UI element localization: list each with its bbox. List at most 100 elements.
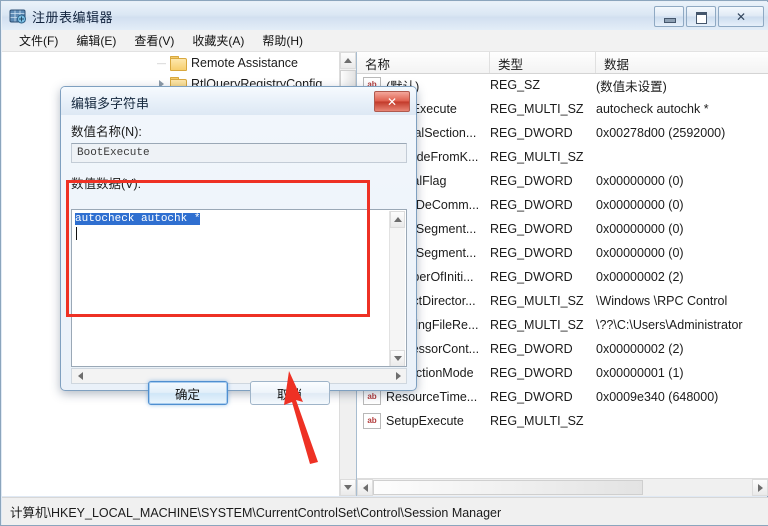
- column-header-name[interactable]: 名称: [357, 52, 490, 73]
- value-row[interactable]: abProtectionModeREG_DWORD0x00000001 (1): [357, 361, 768, 385]
- value-row[interactable]: abObjectDirector...REG_MULTI_SZ\Windows …: [357, 289, 768, 313]
- dialog-button-row: 确定 取消: [61, 381, 416, 405]
- registry-editor-icon: [9, 7, 27, 25]
- value-type-cell: REG_SZ: [490, 78, 596, 92]
- column-header-type[interactable]: 类型: [490, 52, 596, 73]
- column-header-data[interactable]: 数据: [596, 52, 768, 73]
- value-data-text: autocheck autochk *: [75, 212, 200, 226]
- value-type-cell: REG_MULTI_SZ: [490, 294, 596, 308]
- menubar: 文件(F) 编辑(E) 查看(V) 收藏夹(A) 帮助(H): [2, 30, 768, 52]
- value-data-cell: 0x00000000 (0): [596, 198, 768, 212]
- window-title: 注册表编辑器: [32, 7, 113, 26]
- value-row[interactable]: abHeapDeComm...REG_DWORD0x00000000 (0): [357, 193, 768, 217]
- edit-multi-string-dialog: 编辑多字符串 ✕ 数值名称(N): BootExecute 数值数据(V): a…: [60, 86, 417, 391]
- string-value-icon: ab: [363, 413, 381, 429]
- chevron-right-icon: [758, 484, 763, 492]
- value-name-text: SetupExecute: [386, 414, 464, 428]
- value-type-cell: REG_DWORD: [490, 270, 596, 284]
- cancel-button[interactable]: 取消: [250, 381, 330, 405]
- value-type-cell: REG_DWORD: [490, 390, 596, 404]
- chevron-up-icon: [344, 58, 352, 63]
- value-row[interactable]: abCriticalSection...REG_DWORD0x00278d00 …: [357, 121, 768, 145]
- menu-view[interactable]: 查看(V): [125, 30, 183, 51]
- value-row[interactable]: abExcludeFromK...REG_MULTI_SZ: [357, 145, 768, 169]
- window-titlebar: 注册表编辑器 ✕: [2, 2, 768, 31]
- tree-scroll-down-button[interactable]: [340, 479, 356, 496]
- minimize-icon: [664, 18, 676, 23]
- chevron-left-icon: [363, 484, 368, 492]
- value-name-field[interactable]: BootExecute: [71, 143, 407, 163]
- value-data-cell: autocheck autochk *: [596, 102, 768, 116]
- tree-item[interactable]: — Remote Assistance: [2, 52, 340, 73]
- value-data-cell: 0x00000000 (0): [596, 222, 768, 236]
- value-data-label: 数值数据(V):: [71, 173, 141, 192]
- list-scroll-right-button[interactable]: [752, 479, 768, 496]
- value-data-cell: 0x00278d00 (2592000): [596, 126, 768, 140]
- value-name-cell: ab SetupExecute: [357, 413, 490, 429]
- value-type-cell: REG_MULTI_SZ: [490, 150, 596, 164]
- tree-branch-line: —: [154, 52, 169, 73]
- value-data-cell: \??\C:\Users\Administrator: [596, 318, 768, 332]
- value-data-cell: \Windows \RPC Control: [596, 294, 768, 308]
- text-caret: [76, 227, 77, 240]
- value-data-cell: 0x00000001 (1): [596, 366, 768, 380]
- value-data-cell: 0x00000002 (2): [596, 342, 768, 356]
- value-type-cell: REG_MULTI_SZ: [490, 102, 596, 116]
- value-row[interactable]: abSetupExecuteREG_MULTI_SZ: [357, 409, 768, 433]
- value-type-cell: REG_DWORD: [490, 246, 596, 260]
- statusbar: 计算机\HKEY_LOCAL_MACHINE\SYSTEM\CurrentCon…: [2, 497, 768, 525]
- chevron-left-icon: [78, 372, 83, 380]
- window-controls: ✕: [654, 6, 764, 27]
- value-type-cell: REG_MULTI_SZ: [490, 318, 596, 332]
- close-button[interactable]: ✕: [718, 6, 764, 27]
- ok-button[interactable]: 确定: [148, 381, 228, 405]
- textarea-scroll-down-button[interactable]: [390, 350, 405, 367]
- menu-file[interactable]: 文件(F): [10, 30, 67, 51]
- value-row[interactable]: abNumberOfIniti...REG_DWORD0x00000002 (2…: [357, 265, 768, 289]
- registry-values-list[interactable]: 名称 类型 数据 ab(默认)REG_SZ(数值未设置)abBootExecut…: [357, 52, 768, 496]
- value-data-cell: 0x00000002 (2): [596, 270, 768, 284]
- value-row[interactable]: abHeapSegment...REG_DWORD0x00000000 (0): [357, 217, 768, 241]
- value-row[interactable]: ab(默认)REG_SZ(数值未设置): [357, 73, 768, 97]
- value-row[interactable]: abPendingFileRe...REG_MULTI_SZ\??\C:\Use…: [357, 313, 768, 337]
- list-scroll-left-button[interactable]: [357, 479, 373, 496]
- value-type-cell: REG_DWORD: [490, 126, 596, 140]
- textarea-vertical-scrollbar[interactable]: [389, 211, 405, 367]
- value-name-label: 数值名称(N):: [71, 121, 142, 140]
- tree-item-label: Remote Assistance: [191, 56, 298, 70]
- menu-edit[interactable]: 编辑(E): [67, 30, 125, 51]
- minimize-button[interactable]: [654, 6, 684, 27]
- textarea-scroll-up-button[interactable]: [390, 211, 405, 228]
- value-data-cell: 0x0009e340 (648000): [596, 390, 768, 404]
- value-row[interactable]: abResourceTime...REG_DWORD0x0009e340 (64…: [357, 385, 768, 409]
- dialog-close-button[interactable]: ✕: [374, 91, 410, 112]
- dialog-title: 编辑多字符串: [71, 93, 149, 112]
- tree-scroll-up-button[interactable]: [340, 52, 356, 69]
- list-scroll-thumb[interactable]: [373, 480, 643, 495]
- chevron-right-icon: [396, 372, 401, 380]
- value-row[interactable]: abProcessorCont...REG_DWORD0x00000002 (2…: [357, 337, 768, 361]
- chevron-down-icon: [344, 485, 352, 490]
- list-horizontal-scrollbar[interactable]: [357, 478, 768, 496]
- chevron-down-icon: [394, 356, 402, 361]
- value-row[interactable]: abGlobalFlagREG_DWORD0x00000000 (0): [357, 169, 768, 193]
- maximize-button[interactable]: [686, 6, 716, 27]
- value-data-textarea[interactable]: autocheck autochk *: [71, 209, 407, 367]
- close-icon: ✕: [719, 7, 763, 26]
- selected-text: autocheck autochk *: [75, 213, 200, 225]
- value-row[interactable]: abHeapSegment...REG_DWORD0x00000000 (0): [357, 241, 768, 265]
- menu-favorites[interactable]: 收藏夹(A): [183, 30, 253, 51]
- list-column-headers: 名称 类型 数据: [357, 52, 768, 74]
- chevron-up-icon: [394, 217, 402, 222]
- value-type-cell: REG_DWORD: [490, 366, 596, 380]
- value-data-cell: (数值未设置): [596, 76, 768, 95]
- value-row[interactable]: abBootExecuteREG_MULTI_SZautocheck autoc…: [357, 97, 768, 121]
- menu-help[interactable]: 帮助(H): [253, 30, 312, 51]
- value-type-cell: REG_DWORD: [490, 174, 596, 188]
- maximize-icon: [696, 12, 707, 24]
- value-type-cell: REG_DWORD: [490, 222, 596, 236]
- value-rows: ab(默认)REG_SZ(数值未设置)abBootExecuteREG_MULT…: [357, 73, 768, 433]
- value-data-area: autocheck autochk *: [71, 209, 407, 385]
- value-type-cell: REG_DWORD: [490, 342, 596, 356]
- value-data-cell: 0x00000000 (0): [596, 174, 768, 188]
